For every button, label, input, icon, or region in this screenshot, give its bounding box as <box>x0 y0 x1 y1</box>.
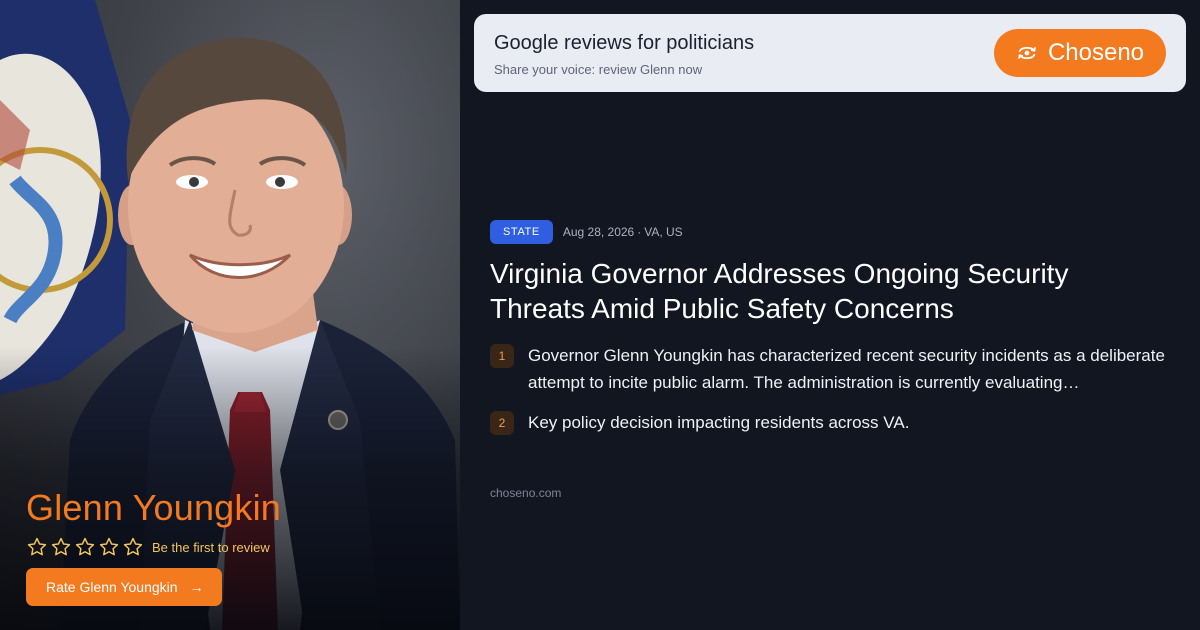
list-item: 2 Key policy decision impacting resident… <box>490 409 1180 436</box>
politician-name: Glenn Youngkin <box>26 487 282 528</box>
star-outline-icon[interactable] <box>98 536 120 558</box>
brand-label: Choseno <box>1047 39 1145 66</box>
arrow-right-icon: → <box>189 579 204 595</box>
point-number: 1 <box>490 344 514 368</box>
rating-prompt: Be the first to review <box>152 539 270 555</box>
star-outline-icon[interactable] <box>74 536 96 558</box>
category-badge[interactable]: STATE <box>490 220 553 244</box>
list-item: 1 Governor Glenn Youngkin has characteri… <box>490 342 1180 396</box>
article-date: Aug 28, 2026 <box>562 225 635 239</box>
article-panel: Google reviews for politicians Share you… <box>460 0 1200 630</box>
promo-banner: Google reviews for politicians Share you… <box>474 14 1186 92</box>
star-outline-icon[interactable] <box>50 536 72 558</box>
share-card: Glenn Youngkin Be the first to review Ra… <box>0 0 1200 630</box>
eye-rotate-icon <box>1018 46 1036 60</box>
banner-title: Google reviews for politicians <box>494 32 755 54</box>
star-outline-icon[interactable] <box>122 536 144 558</box>
star-rating[interactable] <box>26 536 144 558</box>
rate-politician-button[interactable]: Rate Glenn Youngkin → <box>26 568 222 606</box>
rate-button-label: Rate Glenn Youngkin <box>46 579 178 595</box>
point-number: 2 <box>490 411 514 435</box>
source-domain[interactable]: choseno.com <box>490 486 561 500</box>
key-points-list: 1 Governor Glenn Youngkin has characteri… <box>490 342 1180 449</box>
point-text: Key policy decision impacting residents … <box>528 413 910 432</box>
article-location: VA, US <box>644 225 683 239</box>
article-meta: STATE Aug 28, 2026 · VA, US <box>490 220 683 244</box>
rating-row: Be the first to review <box>26 536 270 558</box>
politician-photo-panel: Glenn Youngkin Be the first to review Ra… <box>0 0 460 630</box>
banner-subtitle: Share your voice: review Glenn now <box>494 62 703 77</box>
article-headline[interactable]: Virginia Governor Addresses Ongoing Secu… <box>490 256 1170 326</box>
choseno-brand-button[interactable]: Choseno <box>994 29 1166 77</box>
meta-separator: · <box>637 225 642 239</box>
star-outline-icon[interactable] <box>26 536 48 558</box>
point-text: Governor Glenn Youngkin has characterize… <box>528 346 1165 392</box>
